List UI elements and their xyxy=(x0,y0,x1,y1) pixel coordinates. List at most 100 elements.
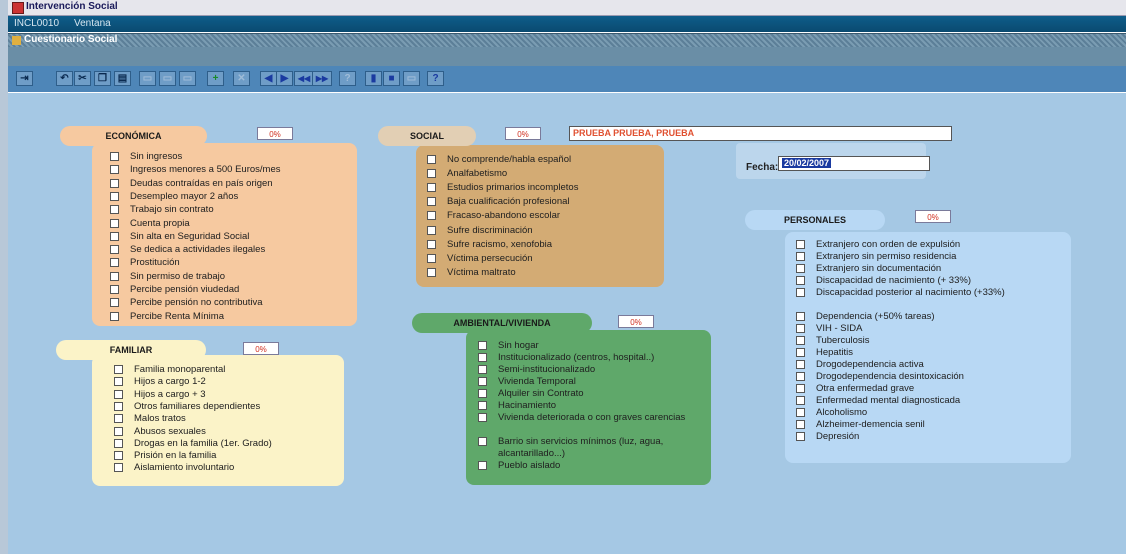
personales-checkbox[interactable] xyxy=(796,252,805,261)
economica-item-label: Prostitución xyxy=(130,257,180,269)
ambiental-checkbox[interactable] xyxy=(478,401,487,410)
ambiental-item-label: Sin hogar xyxy=(498,340,539,351)
economica-checkbox[interactable] xyxy=(110,271,119,281)
personales-checkbox[interactable] xyxy=(796,420,805,429)
menu-item-ventana[interactable]: Ventana xyxy=(74,18,111,29)
social-checkbox[interactable] xyxy=(427,253,436,263)
insert-record-icon[interactable]: + xyxy=(207,71,224,86)
form-header: Cuestionario Social xyxy=(8,33,1126,66)
save-icon[interactable]: ■ xyxy=(383,71,400,86)
prev-record-icon[interactable]: ◀ xyxy=(260,71,277,86)
economica-checkbox[interactable] xyxy=(110,285,119,294)
personales-checkbox[interactable] xyxy=(796,360,805,369)
familiar-checkbox[interactable] xyxy=(114,401,123,411)
delete-record-icon[interactable]: ✕ xyxy=(233,71,250,86)
personales-checkbox[interactable] xyxy=(796,372,805,381)
social-checkbox[interactable] xyxy=(427,239,436,249)
social-item-label: No comprende/habla español xyxy=(447,154,572,165)
personales-checkbox[interactable] xyxy=(796,432,805,441)
economica-checkbox[interactable] xyxy=(110,205,119,215)
ambiental-checkbox[interactable] xyxy=(478,461,487,470)
social-checkbox[interactable] xyxy=(427,225,436,235)
personales-checkbox[interactable] xyxy=(796,408,805,417)
disabled-icon[interactable]: ▭ xyxy=(139,71,156,86)
familiar-item-label: Hijos a cargo + 3 xyxy=(134,388,206,400)
form-title-bar: Cuestionario Social xyxy=(8,34,1126,47)
familiar-item-label: Aislamiento involuntario xyxy=(134,462,235,474)
ambiental-checkbox[interactable] xyxy=(478,413,487,422)
ambiental-checkbox[interactable] xyxy=(478,341,487,350)
form-title: Cuestionario Social xyxy=(24,34,118,45)
undo-icon[interactable]: ↶ xyxy=(56,71,73,86)
social-checkbox[interactable] xyxy=(427,211,436,221)
personales-checkbox[interactable] xyxy=(796,276,805,285)
prev-block-icon[interactable]: ◀◀ xyxy=(294,71,314,86)
personales-checkbox[interactable] xyxy=(796,324,805,333)
economica-checkbox[interactable] xyxy=(110,218,119,228)
economica-checkbox[interactable] xyxy=(110,311,119,321)
ambiental-percent: 0% xyxy=(618,315,654,328)
familiar-checkbox[interactable] xyxy=(114,438,123,448)
ambiental-item-label: Pueblo aislado xyxy=(498,460,561,471)
social-checkbox[interactable] xyxy=(427,155,436,164)
social-item-label: Analfabetismo xyxy=(447,168,508,180)
familiar-checkbox[interactable] xyxy=(114,426,123,436)
economica-item-label: Percibe pensión viudedad xyxy=(130,284,240,295)
personales-item-label: Hepatitis xyxy=(816,347,853,358)
personales-item-label: Dependencia (+50% tareas) xyxy=(816,311,935,322)
social-checkbox[interactable] xyxy=(427,267,436,277)
paste-icon[interactable]: ▤ xyxy=(114,71,131,86)
economica-checkbox[interactable] xyxy=(110,298,119,308)
personales-checkbox[interactable] xyxy=(796,396,805,405)
disabled-icon[interactable]: ▭ xyxy=(179,71,196,86)
cut-icon[interactable]: ✂ xyxy=(74,71,91,86)
familiar-checkbox[interactable] xyxy=(114,365,123,374)
exit-icon[interactable]: ⇥ xyxy=(16,71,33,86)
personales-checkbox[interactable] xyxy=(796,240,805,249)
ambiental-checkbox[interactable] xyxy=(478,389,487,398)
social-checkbox[interactable] xyxy=(427,197,436,207)
personales-checkbox[interactable] xyxy=(796,336,805,345)
next-record-icon[interactable]: ▶ xyxy=(276,71,293,86)
economica-checkbox[interactable] xyxy=(110,191,119,201)
familiar-checkbox[interactable] xyxy=(114,463,123,473)
economica-checkbox[interactable] xyxy=(110,231,119,241)
menu-item-module[interactable]: INCL0010 xyxy=(14,18,59,29)
social-checkbox[interactable] xyxy=(427,169,436,179)
economica-checkbox[interactable] xyxy=(110,178,119,188)
economica-checkbox[interactable] xyxy=(110,165,119,175)
personales-item-label: Extranjero con orden de expulsión xyxy=(816,239,961,250)
personales-checkbox[interactable] xyxy=(796,312,805,321)
familiar-checkbox[interactable] xyxy=(114,451,123,461)
fecha-field[interactable]: 20/02/2007 xyxy=(778,156,930,171)
familiar-title: FAMILIAR xyxy=(56,340,206,360)
personales-checkbox[interactable] xyxy=(796,288,805,297)
familiar-checkbox[interactable] xyxy=(114,377,123,387)
personales-checkbox[interactable] xyxy=(796,384,805,393)
economica-checkbox[interactable] xyxy=(110,245,119,255)
familiar-checkbox[interactable] xyxy=(114,414,123,424)
personales-checkbox[interactable] xyxy=(796,348,805,357)
familiar-checkbox[interactable] xyxy=(114,389,123,399)
help-icon[interactable]: ? xyxy=(427,71,444,86)
book-icon[interactable]: ▮ xyxy=(365,71,382,86)
economica-checkbox[interactable] xyxy=(110,258,119,268)
person-name-field[interactable]: PRUEBA PRUEBA, PRUEBA xyxy=(569,126,952,141)
ambiental-checkbox[interactable] xyxy=(478,353,487,362)
query-icon[interactable]: ? xyxy=(339,71,356,86)
personales-percent: 0% xyxy=(915,210,951,223)
disabled-icon[interactable]: ▭ xyxy=(159,71,176,86)
copy-icon[interactable]: ❐ xyxy=(94,71,111,86)
next-block-icon[interactable]: ▶▶ xyxy=(312,71,332,86)
ambiental-checkbox[interactable] xyxy=(478,437,487,446)
ambiental-checkbox[interactable] xyxy=(478,377,487,386)
economica-item-label: Percibe Renta Mínima xyxy=(130,310,224,322)
print-icon[interactable]: ▭ xyxy=(403,71,420,86)
social-checkbox[interactable] xyxy=(427,183,436,193)
familiar-item-label: Familia monoparental xyxy=(134,364,226,375)
personales-checkbox[interactable] xyxy=(796,264,805,273)
economica-checkbox[interactable] xyxy=(110,152,119,161)
economica-percent: 0% xyxy=(257,127,293,140)
social-item-label: Fracaso-abandono escolar xyxy=(447,210,561,222)
ambiental-checkbox[interactable] xyxy=(478,365,487,374)
